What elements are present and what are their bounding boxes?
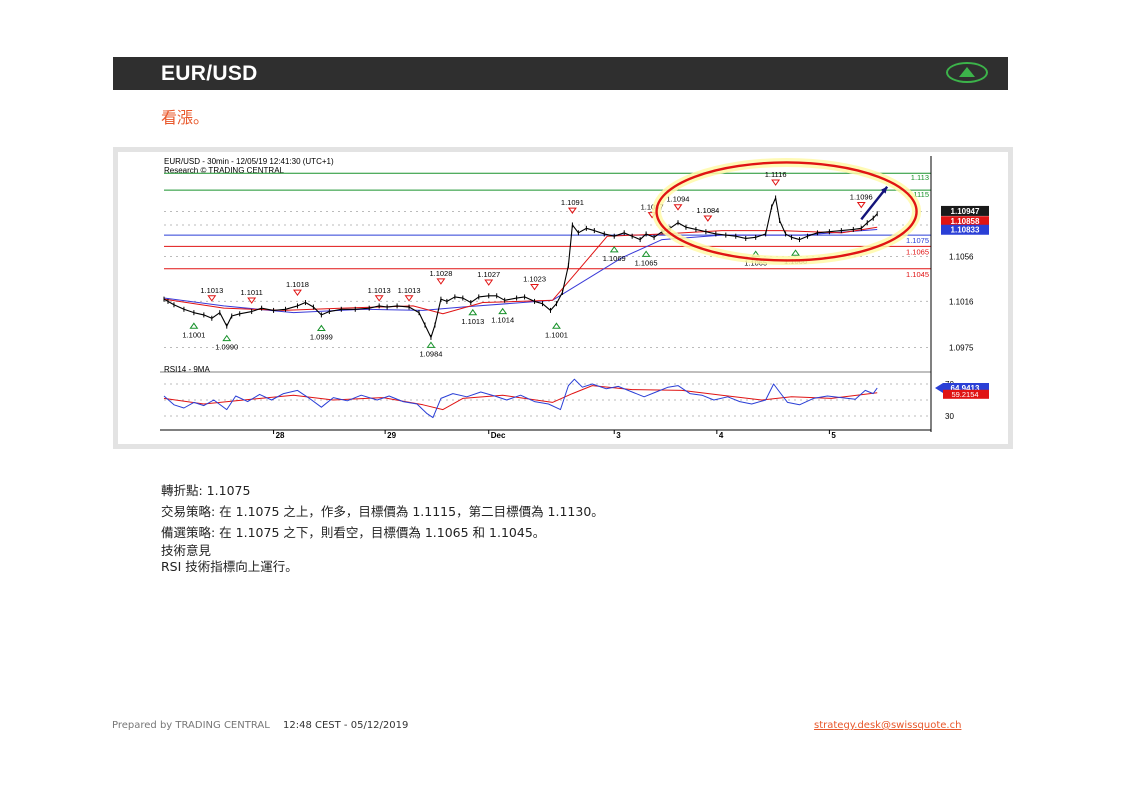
ma-blue-line xyxy=(163,228,878,314)
comment-text: RSI 技術指標向上運行。 xyxy=(161,559,298,574)
x-tick-label-5: 5 xyxy=(831,431,836,440)
low-marker-6 xyxy=(552,322,561,329)
strategy-text: 交易策略: 在 1.1075 之上，作多，目標價為 1.1115，第二目標價為 … xyxy=(161,504,604,519)
x-tick-label-3: 3 xyxy=(616,431,621,440)
level-label-3: 1.1065 xyxy=(906,247,929,256)
high-marker-label-13: 1.1096 xyxy=(850,192,873,201)
high-marker-4 xyxy=(404,295,414,302)
high-marker-label-10: 1.1094 xyxy=(667,195,690,204)
high-marker-label-0: 1.1013 xyxy=(200,286,223,295)
low-marker-label-7: 1.1069 xyxy=(603,254,626,263)
pivot-text: 轉折點: 1.1075 xyxy=(161,483,251,498)
high-marker-label-11: 1.1084 xyxy=(696,206,719,215)
level-label-4: 1.1045 xyxy=(906,270,929,279)
low-marker-2 xyxy=(316,324,326,332)
rsi-title: RSI14 - 9MA xyxy=(164,365,210,374)
low-marker-8 xyxy=(641,250,651,257)
price-line xyxy=(163,197,878,338)
low-marker-7 xyxy=(609,245,619,253)
rsi-ma-line xyxy=(163,385,878,411)
high-marker-8 xyxy=(567,207,577,214)
x-tick-label-0: 28 xyxy=(276,431,285,440)
high-marker-10 xyxy=(673,204,683,211)
high-marker-3 xyxy=(374,295,384,302)
low-marker-1 xyxy=(222,334,232,342)
low-marker-5 xyxy=(498,307,508,315)
low-marker-3 xyxy=(426,341,436,348)
high-marker-1 xyxy=(247,297,257,304)
level-label-2: 1.1075 xyxy=(906,236,929,245)
high-marker-label-1: 1.1011 xyxy=(240,288,262,297)
low-marker-label-4: 1.1013 xyxy=(461,317,484,326)
low-marker-label-0: 1.1001 xyxy=(182,330,205,339)
alternative-strategy-text: 備選策略: 在 1.1075 之下，則看空，目標價為 1.1065 和 1.10… xyxy=(161,525,546,540)
low-marker-label-8: 1.1065 xyxy=(635,258,658,267)
eurusd-chart: EUR/USD - 30min - 12/05/19 12:41:30 (UTC… xyxy=(160,156,989,440)
low-marker-label-6: 1.1001 xyxy=(545,330,568,339)
low-marker-label-2: 1.0999 xyxy=(310,333,333,342)
low-marker-0 xyxy=(189,322,199,329)
chart-area: EUR/USD - 30min - 12/05/19 12:41:30 (UTC… xyxy=(118,152,1008,444)
high-marker-label-3: 1.1013 xyxy=(368,286,391,295)
level-label-0: 1.113 xyxy=(911,173,929,182)
analysis-block: 轉折點: 1.1075 交易策略: 在 1.1075 之上，作多，目標價為 1.… xyxy=(161,480,604,575)
y-tick-label-2: 1.1056 xyxy=(949,252,974,261)
rsi-line xyxy=(163,378,878,419)
high-marker-label-6: 1.1027 xyxy=(477,270,500,279)
price-tag-label-2: 1.10833 xyxy=(951,226,980,235)
price-tag-label-0: 1.10947 xyxy=(951,207,980,216)
low-marker-10 xyxy=(791,249,800,256)
high-marker-13 xyxy=(856,201,866,209)
y-tick-label-0: 1.0975 xyxy=(949,344,974,353)
x-tick-label-4: 4 xyxy=(719,431,724,440)
page-title: EUR/USD xyxy=(161,62,258,85)
rsi-y-tick-0: 30 xyxy=(945,412,954,421)
rsi-ma-tag-label: 59.2154 xyxy=(951,390,978,399)
high-marker-6 xyxy=(484,279,494,286)
high-marker-0 xyxy=(207,295,217,302)
low-marker-4 xyxy=(468,308,478,316)
low-marker-label-5: 1.1014 xyxy=(491,316,514,325)
high-marker-label-12: 1.1116 xyxy=(765,170,787,179)
footer-timestamp: 12:48 CEST - 05/12/2019 xyxy=(283,720,409,731)
low-marker-label-3: 1.0984 xyxy=(419,349,442,358)
outlook-label: 看漲。 xyxy=(161,108,210,127)
low-marker-label-1: 1.0990 xyxy=(215,343,238,352)
chart-frame: EUR/USD - 30min - 12/05/19 12:41:30 (UTC… xyxy=(113,147,1013,449)
x-tick-label-1: 29 xyxy=(387,431,396,440)
footer-email-link[interactable]: strategy.desk@swissquote.ch xyxy=(814,720,961,731)
high-marker-label-2: 1.1018 xyxy=(286,280,309,289)
y-tick-label-1: 1.1016 xyxy=(949,297,974,306)
header-bar: EUR/USD xyxy=(113,57,1008,90)
high-marker-5 xyxy=(436,278,446,285)
comment-heading: 技術意見 xyxy=(161,543,212,558)
high-marker-label-8: 1.1091 xyxy=(561,198,584,207)
high-marker-label-5: 1.1028 xyxy=(429,269,452,278)
high-marker-7 xyxy=(530,284,540,291)
high-marker-12 xyxy=(771,179,781,186)
ma-red-line xyxy=(163,226,878,315)
high-marker-2 xyxy=(293,289,302,297)
high-marker-label-7: 1.1023 xyxy=(523,275,546,284)
chart-title: EUR/USD - 30min - 12/05/19 12:41:30 (UTC… xyxy=(164,157,334,166)
high-marker-11 xyxy=(703,215,713,222)
up-triangle-icon xyxy=(959,67,975,77)
footer-prepared-by: Prepared by TRADING CENTRAL xyxy=(112,720,270,731)
high-marker-label-4: 1.1013 xyxy=(398,286,421,295)
bullish-badge xyxy=(946,62,988,83)
x-tick-label-2: Dec xyxy=(491,431,506,440)
